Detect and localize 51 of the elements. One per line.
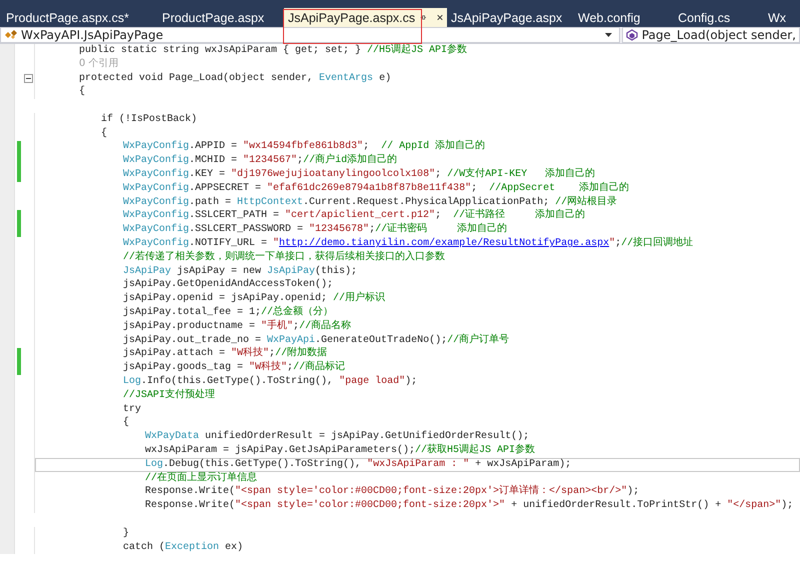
code-line: WxPayConfig.APPID = "wx14594fbfe861b8d3"; // AppId 添加自己的 [123,141,486,152]
code-line: WxPayConfig.path = HttpContext.Current.Request.PhysicalApplicationPath; //网站根目录 [123,196,618,208]
code-line: 0 个引用 [79,59,119,70]
close-icon[interactable] [437,13,443,22]
code-line: if (!IsPostBack) [101,114,198,125]
pin-icon[interactable] [420,13,426,22]
code-line: //若传递了相关参数，则调统一下单接口，获得后续相关接口的入口参数 [123,252,446,263]
method-icon [626,29,639,41]
code-line: WxPayConfig.NOTIFY_URL = "http://demo.tianyilin.com/example/ResultNotifyPage.aspx";//接口回调地址 [123,238,694,250]
code-line: Response.Write("<span style='color:#00CD00;font-size:20px'>" + unifiedOrderResult.ToPrintStr() + "</span>"); [145,500,794,512]
document-tab[interactable]: JsApiPayPage.aspx [447,8,574,27]
code-line: Response.Write("<span style='color:#00CD00;font-size:20px'>订单详情：</span><br/>"); [145,486,640,498]
code-line: Log.Info(this.GetType().ToString(), "page load"); [123,376,418,388]
class-icon [4,29,18,41]
code-line: { [101,128,108,139]
document-tab[interactable]: Web.config [574,8,674,27]
member-dropdown[interactable]: Page_Load(object sender, [622,27,800,43]
code-line: wxJsApiParam = jsApiPay.GetJsApiParameters();//获取H5调起JS API参数 [145,445,536,456]
url-link[interactable]: http://demo.tianyilin.com/example/ResultNotifyPage.aspx [279,238,610,250]
class-dropdown[interactable]: WxPayAPI.JsApiPayPage [0,27,620,43]
code-line: WxPayConfig.SSLCERT_PASSWORD = "12345678";//证书密码 添加自己的 [123,224,508,236]
code-line: try [123,404,142,415]
collapse-icon[interactable] [24,74,33,83]
code-line: public static string wxJsApiParam { get; set; } //H5调起JS API参数 [79,44,468,56]
code-line: WxPayConfig.APPSECRET = "efaf61dc269e8794a1b8f87b8e11f438"; //AppSecret 添加自己的 [123,182,630,194]
code-line: JsApiPay jsApiPay = new JsApiPay(this); [123,266,358,277]
document-tab[interactable]: JsApiPayPage.aspx.cs [284,8,447,27]
code-line: Log.Debug(this.GetType().ToString(), "wxJsApiParam : " + wxJsApiParam); [145,458,572,470]
code-line: jsApiPay.out_trade_no = WxPayApi.GenerateOutTradeNo();//商户订单号 [123,334,510,346]
code-line: jsApiPay.attach = "W科技";//附加数据 [123,348,328,360]
code-line: jsApiPay.openid = jsApiPay.openid; //用户标识 [123,293,386,304]
code-line: jsApiPay.goods_tag = "W科技";//商品标记 [123,362,346,374]
code-line: //JSAPI支付预处理 [123,390,216,401]
code-line: WxPayConfig.KEY = "dj1976wejujioatanylingoolcolx108"; //W支付API-KEY 添加自己的 [123,169,596,180]
code-line: protected void Page_Load(object sender, EventArgs e) [79,72,392,84]
document-tab[interactable]: Config.cs [674,8,764,27]
caret-icon [604,33,612,37]
code-line: { [123,417,130,428]
code-line: jsApiPay.productname = "手机";//商品名称 [123,320,352,332]
code-line: WxPayData unifiedOrderResult = jsApiPay.GetUnifiedOrderResult(); [145,431,530,442]
document-tab[interactable]: ProductPage.aspx [152,8,284,27]
code-line: } [123,528,130,539]
code-line: { [79,86,86,98]
document-tab[interactable]: Wx [764,8,800,27]
code-line: jsApiPay.total_fee = 1;//总金额（分） [123,307,334,318]
code-line: catch (Exception ex) [123,542,244,553]
code-line: WxPayConfig.MCHID = "1234567";//商户id添加自己的 [123,155,398,166]
code-line: WxPayConfig.SSLCERT_PATH = "cert/apiclient_cert.p12"; //证书路径 添加自己的 [123,210,586,222]
code-line: //在页面上显示订单信息 [145,472,258,484]
code-line: jsApiPay.GetOpenidAndAccessToken(); [123,279,334,290]
document-tab[interactable]: ProductPage.aspx.cs* [2,8,152,27]
